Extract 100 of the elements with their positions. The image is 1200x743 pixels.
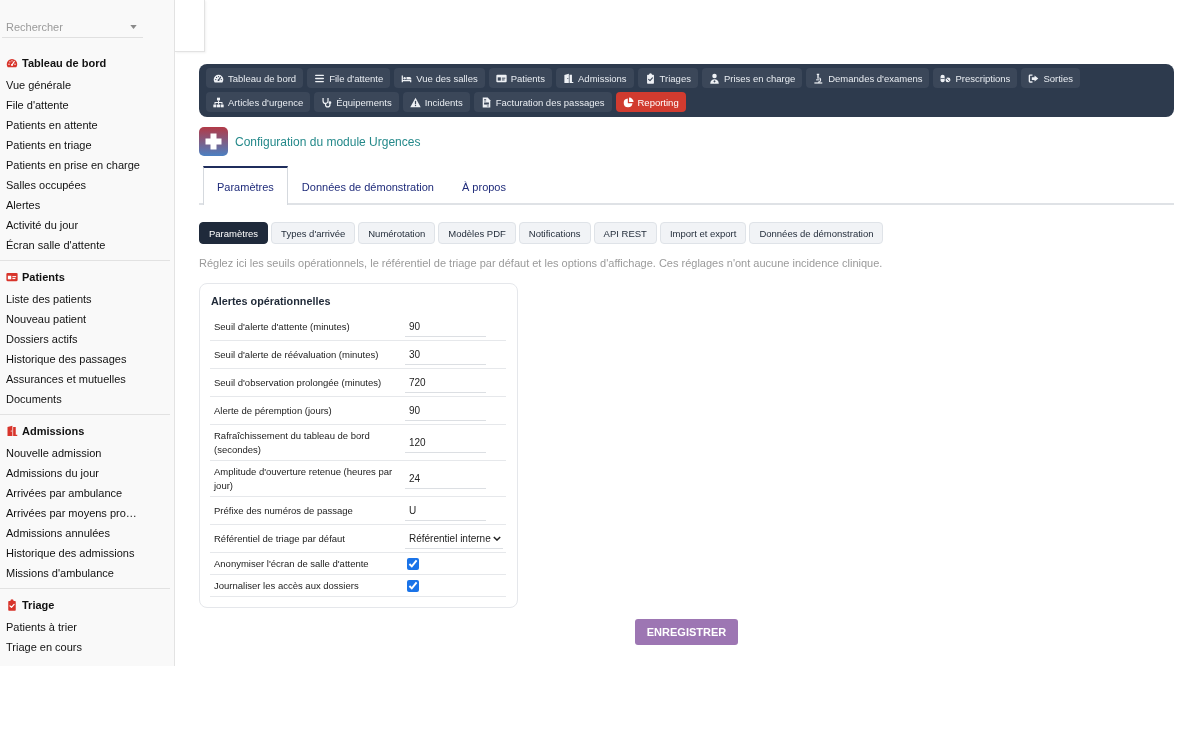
subtab[interactable]: Modèles PDF bbox=[438, 222, 516, 244]
list-icon bbox=[314, 72, 326, 84]
person-icon bbox=[708, 72, 720, 84]
nav-button[interactable]: Reporting bbox=[615, 92, 686, 112]
number-field[interactable]: 30 bbox=[405, 344, 486, 365]
sidebar-link[interactable]: Écran salle d'attente bbox=[6, 235, 106, 255]
sidebar-link[interactable]: Admissions du jour bbox=[6, 463, 99, 483]
sidebar-link[interactable]: Patients en attente bbox=[6, 115, 98, 135]
save-button[interactable]: ENREGISTRER bbox=[634, 619, 739, 645]
sidebar-link[interactable]: Triage en cours bbox=[6, 637, 83, 657]
sidebar-link[interactable]: Liste des patients bbox=[6, 289, 92, 309]
door-icon bbox=[6, 425, 18, 437]
nav-button[interactable]: Prescriptions bbox=[933, 68, 1018, 88]
dropdown[interactable]: Référentiel interne bbox=[405, 528, 503, 549]
stethoscope-icon bbox=[321, 96, 333, 108]
microscope-icon bbox=[813, 72, 825, 84]
nav-button[interactable]: Prises en charge bbox=[701, 68, 803, 88]
subtab[interactable]: Numérotation bbox=[358, 222, 436, 244]
number-field[interactable]: 24 bbox=[405, 468, 486, 489]
setting-label: Référentiel de triage par défaut bbox=[213, 531, 346, 546]
checkbox[interactable] bbox=[407, 579, 419, 592]
setting-label: Préfixe des numéros de passage bbox=[213, 503, 354, 518]
sidebar-section-title[interactable]: Admissions bbox=[6, 421, 85, 441]
number-field[interactable]: 720 bbox=[405, 372, 486, 393]
clipboard-check-icon bbox=[644, 72, 656, 84]
search-field[interactable]: Rechercher bbox=[2, 16, 143, 38]
sidebar-link[interactable]: Admissions annulées bbox=[6, 523, 110, 543]
sidebar-link[interactable]: Missions d'ambulance bbox=[6, 563, 114, 583]
nav-button[interactable]: Tableau de bord bbox=[206, 68, 304, 88]
text-field[interactable]: U bbox=[405, 500, 486, 521]
sidebar-link[interactable]: Arrivées par ambulance bbox=[6, 483, 123, 503]
setting-label: Seuil d'observation prolongée (minutes) bbox=[213, 375, 383, 390]
sidebar-section-title[interactable]: Patients bbox=[6, 267, 65, 287]
id-card-icon bbox=[6, 271, 18, 283]
nav-button[interactable]: Admissions bbox=[556, 68, 634, 88]
page-title: Configuration du module Urgences bbox=[235, 134, 421, 149]
sidebar-link[interactable]: Vue générale bbox=[6, 75, 72, 95]
help-text: Réglez ici les seuils opérationnels, le référentiel de triage par défaut et les options d'affichage. Ces réglages n'ont aucune incidence clinique. bbox=[199, 257, 884, 270]
sidebar-section-title[interactable]: Triage bbox=[6, 595, 55, 615]
setting-label: Journaliser les accès aux dossiers bbox=[213, 578, 360, 593]
bed-icon bbox=[401, 72, 413, 84]
sidebar-link[interactable]: Nouveau patient bbox=[6, 309, 87, 329]
tab[interactable]: Données de démonstration bbox=[287, 166, 448, 205]
gauge-icon bbox=[6, 57, 18, 69]
sidebar-link[interactable]: Historique des passages bbox=[6, 349, 127, 369]
nav-button[interactable]: File d'attente bbox=[307, 68, 391, 88]
tab[interactable]: À propos bbox=[447, 166, 520, 205]
tab[interactable]: Paramètres bbox=[203, 166, 288, 205]
door-icon bbox=[563, 72, 574, 84]
setting-label: Seuil d'alerte d'attente (minutes) bbox=[213, 319, 351, 334]
sidebar-link[interactable]: Patients en prise en charge bbox=[6, 155, 140, 175]
clipboard-check-icon bbox=[6, 599, 18, 611]
sidebar-link[interactable]: Arrivées par moyens pro… bbox=[6, 503, 137, 523]
sidebar-section-title[interactable]: Tableau de bord bbox=[6, 53, 107, 73]
warning-icon bbox=[409, 96, 421, 108]
setting-label: Rafraîchissement du tableau de bord (secondes) bbox=[213, 428, 371, 457]
sidebar-link[interactable]: File d'attente bbox=[6, 95, 69, 115]
sidebar-link[interactable]: Nouvelle admission bbox=[6, 443, 102, 463]
sidebar-link[interactable]: Patients en triage bbox=[6, 135, 92, 155]
nav-button[interactable]: Facturation des passages bbox=[473, 92, 612, 112]
exit-arrow-icon bbox=[1028, 72, 1040, 84]
sidebar-link[interactable]: Salles occupées bbox=[6, 175, 87, 195]
nav-button[interactable]: Incidents bbox=[402, 92, 470, 112]
pills-icon bbox=[940, 72, 952, 84]
nav-button[interactable]: Vue des salles bbox=[394, 68, 485, 88]
nav-button[interactable]: Patients bbox=[488, 68, 552, 88]
number-field[interactable]: 90 bbox=[405, 400, 486, 421]
subtab[interactable]: Paramètres bbox=[199, 222, 269, 244]
document-icon bbox=[480, 96, 492, 108]
number-field[interactable]: 90 bbox=[405, 316, 486, 337]
pie-chart-icon bbox=[622, 96, 634, 108]
setting-label: Amplitude d'ouverture retenue (heures par jour) bbox=[212, 464, 394, 493]
subtab[interactable]: Notifications bbox=[518, 222, 591, 244]
subtab[interactable]: Import et export bbox=[659, 222, 747, 244]
number-field[interactable]: 120 bbox=[405, 432, 486, 453]
subtab[interactable]: Données de démonstration bbox=[749, 222, 884, 244]
setting-label: Alerte de péremption (jours) bbox=[213, 403, 333, 418]
checkbox[interactable] bbox=[407, 557, 419, 570]
subtab[interactable]: API REST bbox=[593, 222, 657, 244]
nav-button[interactable]: Demandes d'examens bbox=[806, 68, 930, 88]
nav-button[interactable]: Triages bbox=[637, 68, 698, 88]
caret-down-icon bbox=[130, 25, 137, 29]
gauge-icon bbox=[213, 72, 224, 84]
card-title: Alertes opérationnelles bbox=[211, 294, 332, 308]
sidebar-link[interactable]: Activité du jour bbox=[6, 215, 79, 235]
subtab[interactable]: Types d'arrivée bbox=[271, 222, 356, 244]
nav-button[interactable]: Équipements bbox=[314, 92, 399, 112]
sidebar-link[interactable]: Patients à trier bbox=[6, 617, 77, 637]
sidebar-link[interactable]: Alertes bbox=[6, 195, 41, 215]
sidebar-link[interactable]: Documents bbox=[6, 389, 62, 409]
nav-button[interactable]: Articles d'urgence bbox=[206, 92, 311, 112]
setting-label: Seuil d'alerte de réévaluation (minutes) bbox=[213, 347, 380, 362]
sidebar-link[interactable]: Historique des admissions bbox=[6, 543, 135, 563]
sidebar-link[interactable]: Assurances et mutuelles bbox=[6, 369, 126, 389]
medical-cross-icon bbox=[199, 127, 228, 156]
sidebar-link[interactable]: Dossiers actifs bbox=[6, 329, 78, 349]
id-card-icon bbox=[495, 72, 507, 84]
chevron-down-icon bbox=[493, 535, 501, 541]
setting-label: Anonymiser l'écran de salle d'attente bbox=[213, 556, 370, 571]
nav-button[interactable]: Sorties bbox=[1021, 68, 1080, 88]
